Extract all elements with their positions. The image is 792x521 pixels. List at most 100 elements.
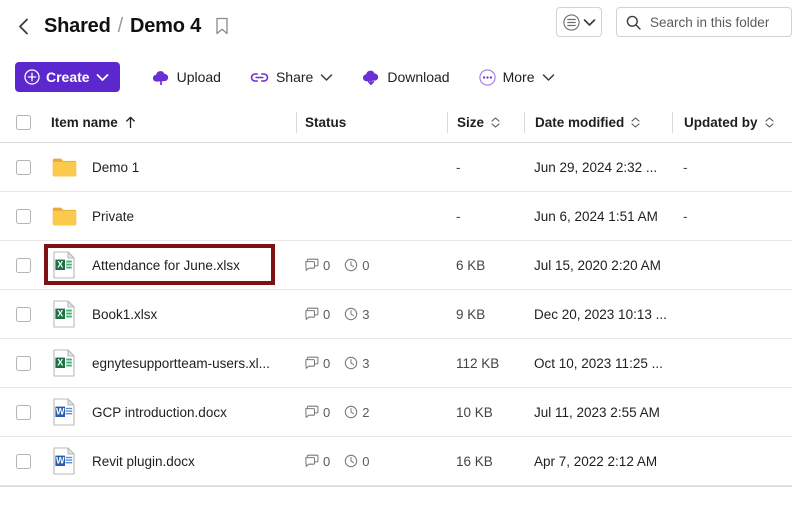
sort-toggle-updated-by[interactable] [764, 116, 774, 128]
create-button[interactable]: Create [15, 62, 120, 92]
share-button[interactable]: Share [240, 66, 343, 88]
chevron-left-icon [18, 18, 28, 34]
row-checkbox[interactable] [16, 159, 31, 175]
row-item-name[interactable]: GCP introduction.docx [92, 405, 227, 420]
row-size: - [456, 208, 461, 224]
select-all-checkbox[interactable] [16, 114, 31, 130]
row-checkbox[interactable] [16, 306, 31, 322]
row-date-modified: Dec 20, 2023 10:13 ... [534, 306, 667, 322]
status-versions-count: 3 [362, 306, 370, 322]
row-status-cell: 00 [296, 454, 447, 469]
status-versions[interactable]: 0 [344, 258, 369, 273]
status-comments[interactable]: 0 [304, 356, 330, 371]
sort-toggle-size[interactable] [491, 116, 500, 128]
comment-bubble-icon [305, 307, 319, 320]
caret-down-icon [764, 122, 774, 128]
row-item-name-cell: Xegnytesupportteam-users.xl... [47, 349, 296, 377]
column-header-status[interactable]: Status [296, 111, 447, 133]
status-comments-count: 0 [323, 453, 331, 469]
search-input[interactable]: Search in this folder [616, 7, 792, 37]
column-header-date-modified[interactable]: Date modified [524, 111, 672, 133]
status-versions[interactable]: 0 [344, 454, 369, 469]
column-header-item-name[interactable]: Item name [47, 115, 296, 130]
row-status-cell: 00 [296, 258, 447, 273]
row-file-icon: X [51, 349, 77, 377]
comment-bubble-icon [305, 258, 319, 271]
table-row[interactable]: W Revit plugin.docx 0 0 16 KB Apr 7, 2022 2:1… [0, 437, 792, 486]
sort-ascending-indicator[interactable] [125, 116, 136, 129]
view-toggle-button[interactable] [556, 7, 602, 37]
breadcrumb-root[interactable]: Shared [44, 15, 111, 38]
row-item-name[interactable]: Attendance for June.xlsx [92, 258, 240, 273]
caret-up-icon [631, 116, 640, 122]
status-comments[interactable]: 0 [304, 454, 330, 469]
row-item-name-cell: X Book1.xlsx [47, 300, 296, 328]
row-date-modified: Jul 11, 2023 2:55 AM [534, 404, 660, 420]
status-versions[interactable]: 3 [344, 356, 369, 371]
word-file-icon: W [53, 398, 75, 426]
status-versions[interactable]: 3 [344, 307, 369, 322]
row-updated-by-cell: - [672, 160, 792, 175]
row-size: 10 KB [456, 404, 493, 420]
clock-icon [345, 405, 358, 419]
svg-text:X: X [57, 358, 63, 368]
chevron-down-icon [96, 73, 108, 81]
sort-toggle-date-modified[interactable] [631, 116, 640, 128]
back-button[interactable] [12, 15, 34, 37]
row-file-icon [51, 153, 77, 181]
upload-button[interactable]: Upload [142, 66, 231, 89]
more-button-label: More [502, 69, 535, 85]
status-comments[interactable]: 0 [304, 307, 330, 322]
row-size-cell: 16 KB [447, 454, 524, 469]
row-size-cell: 6 KB [447, 258, 524, 273]
row-updated-by: - [683, 208, 688, 224]
row-item-name[interactable]: egnytesupportteam-users.xl... [92, 356, 270, 371]
row-checkbox-cell [0, 159, 47, 175]
row-size: - [456, 159, 461, 175]
column-header-size[interactable]: Size [447, 111, 524, 133]
row-size: 16 KB [456, 453, 493, 469]
more-button[interactable]: More [469, 65, 565, 90]
excel-file-icon: X [53, 349, 75, 377]
row-item-name[interactable]: Private [92, 209, 134, 224]
table-row[interactable]: Private - Jun 6, 2024 1:51 AM - [0, 192, 792, 241]
bookmark-button[interactable] [215, 17, 229, 35]
caret-up-icon [764, 116, 774, 122]
row-checkbox[interactable] [16, 355, 31, 371]
row-item-name[interactable]: Book1.xlsx [92, 307, 157, 322]
plus-circle-icon [24, 69, 40, 85]
download-button[interactable]: Download [352, 66, 459, 89]
status-comments[interactable]: 0 [304, 405, 330, 420]
table-row[interactable]: Xegnytesupportteam-users.xl... 0 3 112 KB Oc… [0, 339, 792, 388]
column-header-updated-by[interactable]: Updated by [672, 111, 792, 133]
status-versions[interactable]: 2 [344, 405, 369, 420]
row-checkbox[interactable] [16, 257, 31, 273]
row-checkbox-cell [0, 453, 47, 469]
status-comments[interactable]: 0 [304, 258, 330, 273]
row-item-name[interactable]: Demo 1 [92, 160, 139, 175]
table-row[interactable]: W GCP introduction.docx 0 2 10 KB Jul 11, 202… [0, 388, 792, 437]
header-right-controls: Search in this folder [556, 7, 792, 37]
status-comments-count: 0 [323, 257, 331, 273]
search-placeholder: Search in this folder [650, 14, 770, 30]
comment-bubble-icon [305, 356, 319, 369]
status-comments-count: 0 [323, 306, 331, 322]
table-row[interactable]: X Book1.xlsx 0 3 9 KB Dec 20, 2023 10:13 ... [0, 290, 792, 339]
chevron-down-icon [542, 73, 554, 81]
comment-bubble-icon [305, 454, 319, 467]
row-status-cell: 03 [296, 356, 447, 371]
column-header-item-name-label: Item name [51, 114, 118, 130]
svg-text:W: W [56, 456, 65, 466]
download-button-label: Download [387, 69, 450, 85]
clock-icon [345, 454, 358, 468]
row-checkbox[interactable] [16, 208, 31, 224]
row-checkbox[interactable] [16, 404, 31, 420]
caret-down-icon [491, 122, 500, 128]
svg-text:W: W [56, 407, 65, 417]
cloud-download-icon [363, 70, 379, 85]
table-row[interactable]: Demo 1 - Jun 29, 2024 2:32 ... - [0, 143, 792, 192]
column-header-date-modified-label: Date modified [535, 114, 625, 130]
row-checkbox[interactable] [16, 453, 31, 469]
table-row[interactable]: X Attendance for June.xlsx 0 0 6 KB Jul 15, 2… [0, 241, 792, 290]
row-item-name[interactable]: Revit plugin.docx [92, 454, 195, 469]
